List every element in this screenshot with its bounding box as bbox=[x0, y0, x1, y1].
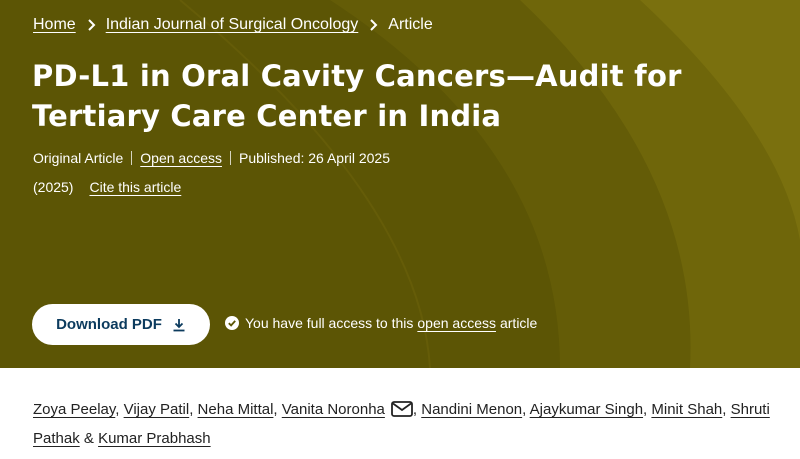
article-title: PD-L1 in Oral Cavity Cancers—Audit for T… bbox=[32, 59, 682, 133]
download-pdf-label: Download PDF bbox=[56, 316, 162, 333]
envelope-icon[interactable] bbox=[390, 401, 413, 417]
author-link[interactable]: Kumar Prabhash bbox=[98, 430, 211, 447]
author-link[interactable]: Nandini Menon bbox=[421, 401, 522, 418]
author-conjunction: & bbox=[83, 430, 94, 447]
cite-article-link[interactable]: Cite this article bbox=[89, 179, 181, 195]
author-link[interactable]: Vijay Patil bbox=[124, 401, 190, 418]
article-meta: Original Article Open access Published: … bbox=[33, 150, 390, 166]
author-link[interactable]: Ajaykumar Singh bbox=[530, 401, 643, 418]
meta-divider bbox=[229, 151, 231, 165]
author-separator: , bbox=[412, 401, 418, 418]
author-link[interactable]: Neha Mittal bbox=[198, 401, 274, 418]
access-text-suffix: article bbox=[499, 315, 538, 331]
breadcrumb-home-link[interactable]: Home bbox=[33, 16, 76, 34]
access-notice: You have full access to this open access… bbox=[225, 315, 537, 331]
author-separator: , bbox=[115, 401, 120, 418]
author-separator: , bbox=[722, 401, 727, 418]
article-citation-row: (2025) Cite this article bbox=[33, 179, 181, 195]
breadcrumb: Home Indian Journal of Surgical Oncology… bbox=[33, 16, 433, 34]
meta-divider bbox=[131, 151, 133, 165]
download-pdf-button[interactable]: Download PDF bbox=[32, 304, 210, 345]
author-separator: , bbox=[643, 401, 648, 418]
author-link[interactable]: Minit Shah bbox=[651, 401, 722, 418]
breadcrumb-journal-link[interactable]: Indian Journal of Surgical Oncology bbox=[106, 16, 359, 34]
check-circle-icon bbox=[225, 316, 239, 330]
article-type: Original Article bbox=[33, 150, 124, 166]
publication-year: (2025) bbox=[33, 179, 74, 195]
author-separator: , bbox=[522, 401, 527, 418]
download-icon bbox=[173, 318, 185, 331]
article-hero: Home Indian Journal of Surgical Oncology… bbox=[0, 0, 800, 368]
author-list: Zoya Peelay, Vijay Patil, Neha Mittal, V… bbox=[33, 395, 783, 453]
breadcrumb-current: Article bbox=[388, 16, 433, 33]
author-separator: , bbox=[273, 401, 278, 418]
chevron-right-icon bbox=[87, 19, 96, 31]
access-text-prefix: You have full access to this bbox=[245, 315, 414, 331]
author-separator: , bbox=[189, 401, 194, 418]
chevron-right-icon bbox=[370, 19, 378, 31]
open-access-link[interactable]: Open access bbox=[140, 150, 222, 166]
author-link[interactable]: Zoya Peelay bbox=[33, 401, 115, 418]
author-link[interactable]: Vanita Noronha bbox=[282, 401, 385, 418]
access-open-access-link[interactable]: open access bbox=[417, 315, 496, 331]
published-date: Published: 26 April 2025 bbox=[238, 150, 390, 166]
